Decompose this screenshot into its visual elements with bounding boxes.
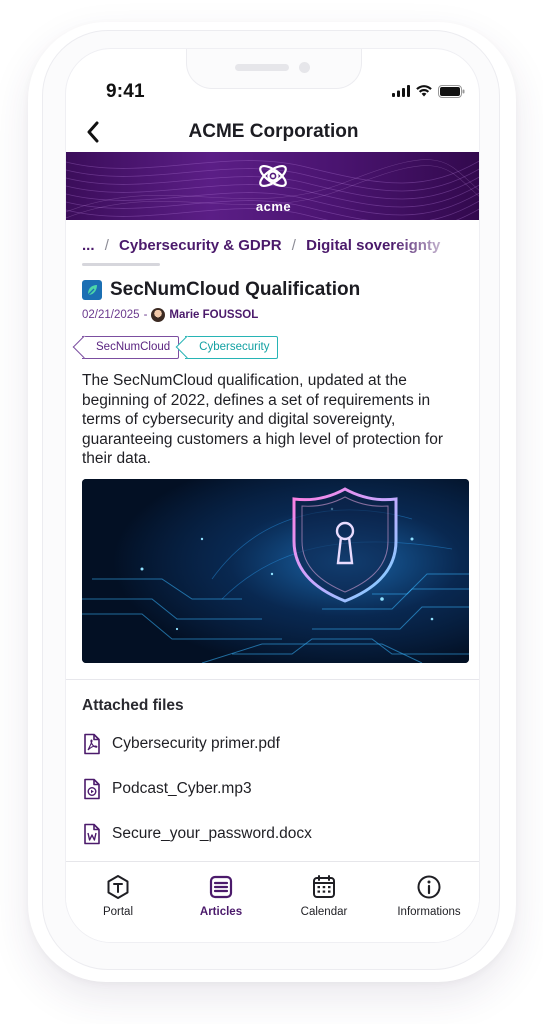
- article-title: SecNumCloud Qualification: [110, 279, 361, 300]
- breadcrumb-scroll-indicator: [82, 263, 160, 266]
- attachment-mp3[interactable]: Podcast_Cyber.mp3: [82, 777, 252, 801]
- camera: [299, 62, 310, 73]
- section-divider: [66, 679, 479, 680]
- header-title: ACME Corporation: [188, 121, 359, 142]
- app-header: ACME Corporation: [66, 115, 479, 151]
- article-tags: SecNumCloud Cybersecurity: [82, 336, 279, 360]
- speaker: [235, 64, 289, 71]
- banner-logo-text: acme: [255, 199, 292, 214]
- pdf-file-icon: [84, 733, 100, 755]
- attachment-name: Cybersecurity primer.pdf: [112, 735, 280, 752]
- audio-file-icon: [84, 778, 100, 800]
- attachment-pdf[interactable]: Cybersecurity primer.pdf: [82, 732, 280, 756]
- portal-icon: [107, 875, 129, 899]
- article-body: The SecNumCloud qualification, updated a…: [82, 372, 444, 467]
- author-avatar: [151, 308, 166, 322]
- cybersecurity-shield-image: [82, 479, 469, 663]
- article-author[interactable]: Marie FOUSSOL: [169, 309, 258, 321]
- attachment-docx[interactable]: Secure_your_password.docx: [82, 822, 312, 846]
- signal-icon: [392, 85, 410, 97]
- breadcrumb-separator: /: [104, 237, 109, 254]
- attachment-name: Podcast_Cyber.mp3: [112, 780, 252, 797]
- tab-articles[interactable]: Articles: [171, 874, 271, 918]
- tab-portal[interactable]: Portal: [68, 874, 168, 918]
- breadcrumb-item-cybersecurity[interactable]: Cybersecurity & GDPR: [119, 237, 282, 254]
- status-time: 9:41: [106, 81, 145, 102]
- tag-cybersecurity[interactable]: Cybersecurity: [185, 336, 279, 359]
- attachment-name: Secure_your_password.docx: [112, 825, 312, 842]
- shield-category-icon: [82, 280, 102, 300]
- shield-lock-illustration: [82, 479, 469, 663]
- article-date: 02/21/2025: [82, 309, 140, 321]
- articles-icon: [209, 875, 233, 899]
- battery-icon: [438, 84, 465, 98]
- status-icons: [392, 84, 465, 98]
- tab-label: Articles: [199, 906, 243, 918]
- breadcrumb: ... / Cybersecurity & GDPR / Digital sov…: [82, 237, 479, 257]
- tab-label: Portal: [102, 906, 134, 918]
- info-icon: [417, 875, 441, 899]
- tag-secnumcloud[interactable]: SecNumCloud: [82, 336, 180, 359]
- tab-calendar[interactable]: Calendar: [274, 874, 374, 918]
- acme-logo-icon: [259, 164, 287, 188]
- notch: [186, 49, 362, 89]
- meta-separator: -: [143, 309, 148, 321]
- tab-label: Calendar: [300, 906, 348, 918]
- bottom-tab-bar: Portal Articles Calendar Informations: [66, 861, 479, 942]
- breadcrumb-separator: /: [291, 237, 296, 254]
- phone-screen: 9:41 ACME Corporation acme ... / Cyberse…: [65, 48, 480, 943]
- tab-label: Informations: [397, 906, 461, 918]
- breadcrumb-ellipsis[interactable]: ...: [82, 237, 95, 254]
- article-title-row: SecNumCloud Qualification: [82, 278, 360, 302]
- attachments-title: Attached files: [82, 697, 184, 714]
- tab-informations[interactable]: Informations: [379, 874, 479, 918]
- calendar-icon: [313, 875, 335, 898]
- wifi-icon: [416, 85, 432, 97]
- article-meta: 02/21/2025 - Marie FOUSSOL: [82, 307, 258, 323]
- brand-banner: acme: [66, 152, 479, 220]
- breadcrumb-fade: [391, 237, 479, 257]
- word-file-icon: [84, 823, 100, 845]
